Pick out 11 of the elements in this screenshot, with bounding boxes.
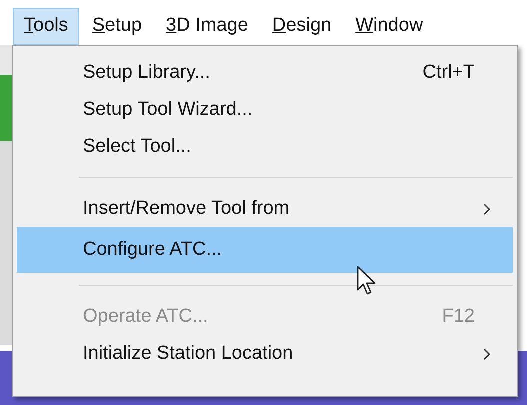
menu-item[interactable]: Insert/Remove Tool from [17, 190, 513, 227]
menu-item[interactable]: Select Tool... [17, 128, 513, 165]
menu-title[interactable]: Setup [81, 8, 154, 45]
menu-item[interactable]: Initialize Station Location [17, 335, 513, 372]
menu-title[interactable]: 3D Image [155, 8, 260, 45]
menu-title[interactable]: Design [261, 8, 343, 45]
menu-item[interactable]: Setup Library... Ctrl+T [17, 54, 513, 91]
menu-item[interactable]: Setup Tool Wizard... [17, 91, 513, 128]
menu-item[interactable]: Configure ATC... [17, 227, 513, 273]
menu-title[interactable]: Window [344, 8, 434, 45]
menu-title[interactable]: Tools [13, 8, 80, 45]
